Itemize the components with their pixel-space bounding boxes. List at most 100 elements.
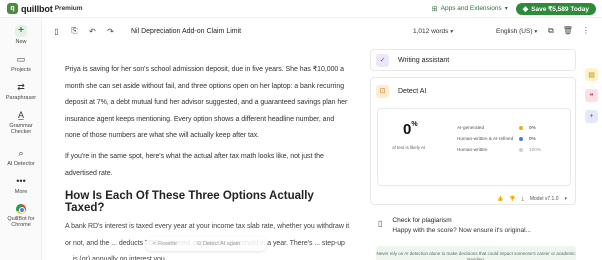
writing-assistant-title: Writing assistant: [398, 56, 450, 64]
breakdown-label: Human-written & AI-refined: [457, 136, 514, 141]
breakdown-value: 100%: [529, 147, 541, 152]
rail-item-label: Paraphraser: [5, 95, 37, 101]
citation-icon[interactable]: ❝: [585, 89, 598, 102]
ai-detector-icon: ⌕: [18, 148, 24, 158]
brand-tier: Premium: [54, 5, 83, 12]
rail-item-label: AI Detector: [7, 161, 35, 167]
chrome-icon: [16, 204, 26, 214]
left-rail: + New ▭ Projects ⇄ Paraphraser A̲ Gramma…: [0, 18, 42, 260]
rail-item-label: QuillBot for Chrome: [7, 216, 35, 229]
diamond-icon: ◆: [522, 5, 529, 13]
ai-detector-icon: ⊡: [376, 84, 389, 98]
grammar-icon: A̲: [17, 110, 24, 120]
rail-item-more[interactable]: ••• More: [0, 176, 42, 195]
download-icon[interactable]: ⤓: [522, 196, 524, 202]
ai-percentage: 0%: [403, 121, 418, 138]
paragraph: Priya is saving for her son's school adm…: [65, 66, 348, 140]
rail-item-label: New: [15, 39, 27, 45]
add-tool-icon[interactable]: +: [585, 110, 598, 123]
apps-extensions-label: Apps and Extensions: [440, 5, 502, 12]
more-icon: •••: [16, 176, 26, 186]
ai-score-box: 0% of text is likely AI AI-generated 0% …: [377, 108, 571, 186]
ai-percent-suffix: %: [411, 121, 418, 128]
breakdown-row: Human-written & AI-refined 0%: [457, 133, 567, 144]
breakdown-label: Human-written: [457, 147, 488, 152]
word-count-dropdown[interactable]: 1,012 words ▾: [413, 28, 453, 35]
sidebar-toggle-icon[interactable]: ▯: [52, 27, 61, 36]
chevron-down-icon: ▾: [534, 28, 538, 35]
floating-action-bar: ✧ Rewrite ⊙ Detect AI again: [146, 237, 267, 251]
writing-assistant-card[interactable]: ✓ Writing assistant: [370, 49, 576, 71]
breakdown-row: AI-generated 0%: [457, 122, 567, 133]
rewrite-button[interactable]: ✧ Rewrite: [152, 241, 187, 247]
language-dropdown[interactable]: English (US) ▾: [496, 28, 537, 35]
section-heading: How Is Each Of These Three Options Actua…: [65, 190, 314, 215]
thumbs-down-icon[interactable]: 👎: [509, 196, 515, 202]
model-version: Model v7.1.0: [529, 196, 559, 202]
redo-icon[interactable]: ↷: [106, 27, 115, 36]
rewrite-label: Rewrite: [158, 241, 177, 247]
delete-icon[interactable]: 🗑: [563, 26, 573, 36]
breakdown-value: 0%: [529, 125, 536, 130]
apps-extensions-link[interactable]: ⊞ Apps and Extensions ▾: [432, 5, 508, 13]
summarizer-icon[interactable]: ▤: [585, 68, 598, 81]
thumbs-up-icon[interactable]: 👍: [497, 196, 503, 202]
chevron-down-icon: ▾: [450, 28, 454, 35]
document-body[interactable]: Priya is saving for her son's school adm…: [65, 62, 350, 260]
plus-icon: +: [15, 25, 27, 37]
detect-ai-title: Detect AI: [398, 87, 427, 95]
rail-item-label: More: [14, 189, 28, 195]
rail-item-ai-detector[interactable]: ⌕ AI Detector: [0, 148, 42, 167]
document-check-icon: ▯: [378, 219, 383, 228]
grid-icon: ⊞: [431, 5, 438, 13]
legend-dot: [519, 136, 523, 141]
more-options-icon[interactable]: ⋮: [582, 26, 590, 36]
chevron-down-icon[interactable]: ▾: [564, 196, 567, 202]
toolbar-right-actions: ⧉ 🗑 ⋮: [548, 26, 599, 36]
detect-ai-again-label: Detect AI again: [202, 241, 241, 247]
paragraph: If you're in the same spot, here's what …: [65, 152, 324, 177]
save-offer-label: Save ₹5,589 Today: [531, 5, 589, 13]
breakdown-row: Human-written 100%: [457, 144, 567, 155]
check-circle-icon: ✓: [376, 53, 389, 67]
paraphrase-icon: ⇄: [17, 82, 25, 92]
rail-item-paraphraser[interactable]: ⇄ Paraphraser: [0, 82, 42, 101]
rail-item-chrome[interactable]: QuillBot for Chrome: [0, 204, 42, 229]
assistant-panel: ✓ Writing assistant ⊡ Detect AI 0% of te…: [370, 49, 576, 260]
rail-item-new[interactable]: + New: [0, 25, 42, 45]
detect-ai-card: ⊡ Detect AI 0% of text is likely AI AI-g…: [370, 77, 576, 205]
breakdown-value: 0%: [529, 136, 536, 141]
legend-dot: [519, 147, 523, 152]
copy-icon[interactable]: ⧉: [548, 26, 554, 36]
folder-icon: ▭: [16, 54, 26, 64]
brand-name: quillbot: [21, 3, 53, 14]
undo-icon[interactable]: ↶: [88, 27, 97, 36]
plagiarism-title: Check for plagiarism: [392, 217, 452, 224]
rail-item-projects[interactable]: ▭ Projects: [0, 54, 42, 73]
ai-percentage-caption: of text is likely AI: [392, 145, 426, 150]
rail-item-grammar-checker[interactable]: A̲ Grammar Checker: [0, 110, 42, 136]
editor-toolbar: ▯ ⎘ ↶ ↷ Nil Depreciation Add-on Claim Li…: [43, 22, 590, 40]
language-label: English (US): [496, 27, 533, 35]
top-bar: q quillbot Premium ⊞ Apps and Extensions…: [0, 0, 602, 18]
plagiarism-section[interactable]: ▯ Check for plagiarism Happy with the sc…: [370, 217, 576, 234]
top-right-actions: ⊞ Apps and Extensions ▾ ◆ Save ₹5,589 To…: [432, 1, 596, 16]
legend-dot: [519, 125, 523, 130]
chevron-down-icon: ▾: [504, 6, 508, 12]
right-side-icons: ▤ ❝ +: [583, 68, 600, 131]
quillbot-logo-icon: q: [7, 3, 18, 14]
rail-item-label: Grammar Checker: [9, 123, 33, 136]
detect-ai-header[interactable]: ⊡ Detect AI: [371, 78, 575, 104]
breakdown-label: AI-generated: [457, 125, 485, 130]
rail-item-label: Projects: [11, 67, 31, 73]
ai-feedback-row: 👍 👎 ⤓ Model v7.1.0 ▾: [491, 196, 567, 202]
document-title[interactable]: Nil Depreciation Add-on Claim Limit: [131, 28, 241, 35]
brand[interactable]: q quillbot Premium: [7, 0, 83, 18]
word-count: 1,012 words: [413, 27, 449, 35]
new-document-icon[interactable]: ⎘: [70, 26, 79, 36]
ai-breakdown: AI-generated 0% Human-written & AI-refin…: [457, 122, 567, 155]
ai-disclaimer: Never rely on AI detection alone to make…: [376, 246, 576, 260]
save-offer-button[interactable]: ◆ Save ₹5,589 Today: [515, 2, 596, 15]
detect-ai-again-button[interactable]: ⊙ Detect AI again: [197, 241, 250, 247]
plagiarism-subtitle: Happy with the score? Now ensure it's or…: [392, 227, 531, 234]
